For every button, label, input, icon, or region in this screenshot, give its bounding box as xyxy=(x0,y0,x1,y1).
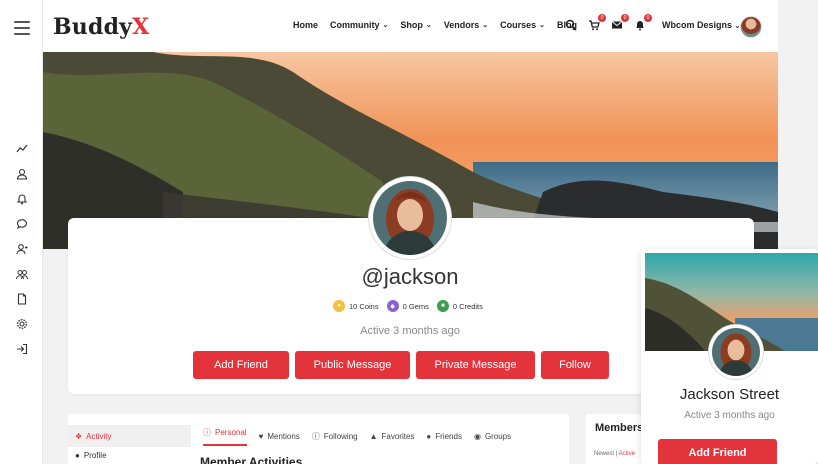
profile-icon[interactable] xyxy=(0,161,43,186)
settings-icon[interactable] xyxy=(0,311,43,336)
site-header: BuddyX Home Community ⌄ Shop ⌄ Vendors ⌄ Co… xyxy=(43,0,778,53)
profile-username: @jackson xyxy=(361,264,459,289)
document-icon[interactable] xyxy=(0,286,43,311)
notifications-icon[interactable]: 0 xyxy=(634,14,652,31)
user-menu[interactable]: Wbcom Designs ⌄ xyxy=(662,20,740,30)
subtab-personal[interactable]: ⓘ Personal xyxy=(203,427,247,446)
chevron-down-icon: ⌄ xyxy=(425,22,432,29)
groups-icon[interactable] xyxy=(0,261,43,286)
nav-item-home[interactable]: Home xyxy=(293,20,318,30)
points-coins: ● 10 Coins xyxy=(333,300,379,312)
hover-card-avatar[interactable] xyxy=(709,325,763,379)
profile-actions: Add Friend Public Message Private Messag… xyxy=(193,351,615,379)
info-icon: ⓘ xyxy=(311,432,320,441)
heart-icon: ♥ xyxy=(258,432,264,441)
users-icon: ● xyxy=(426,432,432,441)
search-icon[interactable] xyxy=(565,18,577,31)
nav-item-vendors[interactable]: Vendors ⌄ xyxy=(444,20,488,30)
activity-icon[interactable] xyxy=(0,136,43,161)
profile-icon: ● xyxy=(75,451,80,460)
activity-subtabs: ⓘ Personal ♥ Mentions ⓘ Following ▲ Favorite… xyxy=(203,427,523,446)
hover-card-add-friend-button[interactable]: Add Friend xyxy=(658,439,777,464)
section-title: Member Activities xyxy=(200,455,303,464)
profile-avatar[interactable] xyxy=(369,177,451,259)
cart-icon[interactable]: 0 xyxy=(588,14,606,31)
activity-icon: ❖ xyxy=(75,431,83,441)
chat-icon[interactable] xyxy=(0,211,43,236)
messages-badge: 0 xyxy=(621,14,629,22)
brand-logo[interactable]: BuddyX xyxy=(53,14,149,40)
last-active-text: Active 3 months ago xyxy=(360,325,460,337)
subtab-favorites[interactable]: ▲ Favorites xyxy=(370,427,415,446)
chevron-down-icon: ⌄ xyxy=(482,22,489,29)
member-hover-card: Jackson Street Active 3 months ago Add F… xyxy=(641,249,818,464)
points-gems: ◆ 0 Gems xyxy=(386,300,429,312)
private-message-button[interactable]: Private Message xyxy=(416,351,535,379)
subtab-following[interactable]: ⓘ Following xyxy=(312,427,358,446)
bell-icon[interactable] xyxy=(0,186,43,211)
side-tab-profile[interactable]: ● Profile xyxy=(68,451,107,460)
notifications-badge: 0 xyxy=(644,14,652,22)
members-filter: Newest | Active xyxy=(594,451,635,457)
chevron-down-icon: ⌄ xyxy=(382,22,389,29)
chevron-down-icon: ⌄ xyxy=(539,22,546,29)
nav-item-community[interactable]: Community ⌄ xyxy=(330,20,388,30)
nav-item-courses[interactable]: Courses ⌄ xyxy=(500,20,545,30)
coin-icon: ● xyxy=(333,300,345,312)
left-rail xyxy=(0,0,43,464)
filter-active[interactable]: Active xyxy=(619,451,635,457)
side-tab-activity[interactable]: ❖ Activity xyxy=(68,425,191,447)
groups-icon: ◉ xyxy=(473,432,481,441)
gem-icon: ◆ xyxy=(386,300,399,312)
public-message-button[interactable]: Public Message xyxy=(295,351,410,379)
subtab-mentions[interactable]: ♥ Mentions xyxy=(259,427,300,446)
logout-icon[interactable] xyxy=(0,336,43,361)
hover-card-name: Jackson Street xyxy=(679,386,780,403)
messages-icon[interactable]: 0 xyxy=(611,14,629,30)
subtab-friends[interactable]: ● Friends xyxy=(426,427,462,446)
user-avatar[interactable] xyxy=(740,16,762,38)
info-icon: ⓘ xyxy=(203,428,211,437)
main-nav: Home Community ⌄ Shop ⌄ Vendors ⌄ Courses ⌄ … xyxy=(293,20,589,30)
points-row: ● 10 Coins ◆ 0 Gems ■ 0 Credits xyxy=(333,300,491,312)
menu-toggle-icon[interactable] xyxy=(14,21,30,35)
nav-item-shop[interactable]: Shop ⌄ xyxy=(400,20,431,30)
add-friend-button[interactable]: Add Friend xyxy=(193,351,289,379)
subtab-groups[interactable]: ◉ Groups xyxy=(474,427,511,446)
hover-card-active: Active 3 months ago xyxy=(684,410,775,421)
follow-button[interactable]: Follow xyxy=(541,351,609,379)
members-widget-title: Members xyxy=(595,422,644,434)
cart-badge: 0 xyxy=(598,14,606,22)
points-credits: ■ 0 Credits xyxy=(436,300,483,312)
thumbs-up-icon: ▲ xyxy=(369,432,378,441)
friends-icon[interactable] xyxy=(0,236,43,261)
credit-icon: ■ xyxy=(436,300,449,312)
filter-newest[interactable]: Newest xyxy=(594,451,614,457)
